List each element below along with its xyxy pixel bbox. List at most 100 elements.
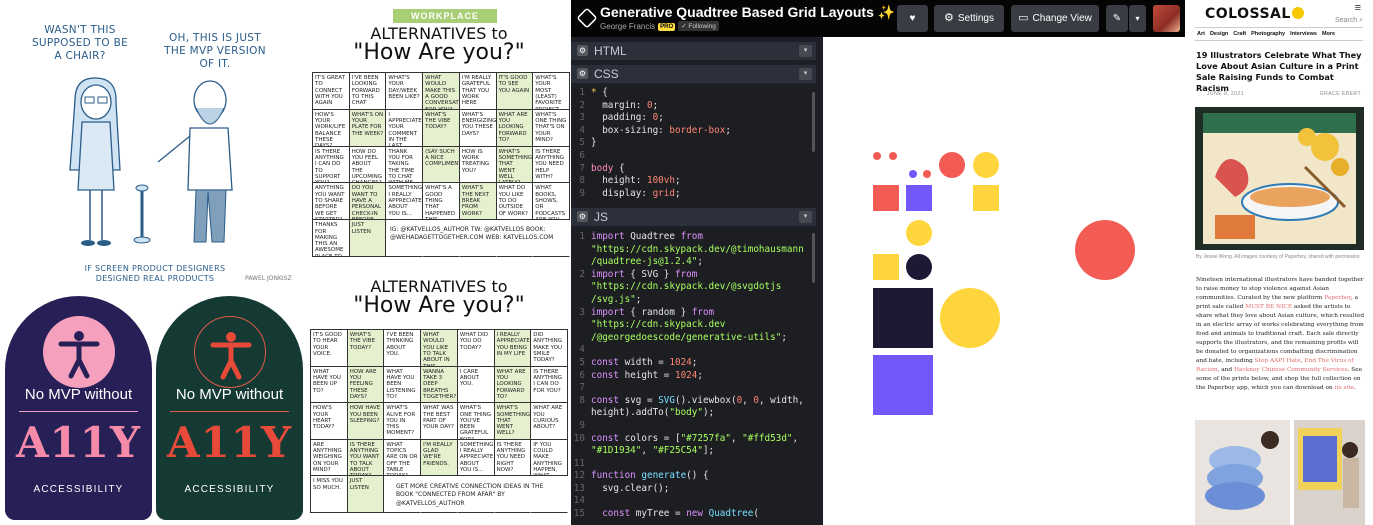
accessibility-icon: [43, 316, 115, 388]
prompt-cell: WHAT'S ONE THING THAT'S ON YOUR MIND?: [533, 109, 570, 147]
js-scrollbar[interactable]: [812, 233, 815, 283]
sticker-divider: [19, 411, 138, 412]
hero-artwork[interactable]: [1195, 107, 1364, 250]
article-author[interactable]: GRACE EBERT: [1320, 91, 1361, 97]
prompt-cell: WHAT WOULD MAKE THIS A GOOD CONVERSATION…: [423, 73, 460, 110]
search-input[interactable]: Search ⌕: [1335, 17, 1363, 25]
link-paperboy[interactable]: Paperboy: [1324, 295, 1351, 301]
pro-badge: PRO: [658, 23, 676, 31]
comic-footer: IF SCREEN PRODUCT DESIGNERS DESIGNED REA…: [84, 264, 226, 284]
body-text: , and: [1217, 366, 1234, 373]
love-button[interactable]: ♥: [897, 5, 928, 32]
prompt-cell: WHAT HAVE YOU BEEN LISTENING TO?: [384, 366, 422, 404]
colossal-article: COLOSSAL ≡ Search ⌕ Art Design Craft Pho…: [1185, 0, 1373, 525]
prompt-cell: WHAT DO YOU LIKE TO DO OUTSIDE OF WORK?: [496, 183, 534, 221]
prompt-cell: JUST LISTEN: [347, 476, 385, 513]
nav-item-more[interactable]: More: [1322, 31, 1335, 37]
pen-author[interactable]: George Francis: [600, 22, 655, 31]
prints-photos[interactable]: [1195, 420, 1365, 525]
prompt-cell: IF YOU COULD MAKE ANYTHING HAPPEN, WHAT …: [531, 439, 568, 477]
nav-item-craft[interactable]: Craft: [1233, 31, 1246, 37]
square-shape: [973, 185, 999, 211]
prompt-cell: HOW IS WORK TREATING YOU?: [459, 146, 497, 184]
css-pane-header[interactable]: ⚙ CSS ▾: [571, 65, 816, 83]
css-editor[interactable]: 1 * { 2 margin: 0; 3 padding: 0; 4 box-si…: [571, 86, 816, 204]
search-placeholder: Search: [1334, 17, 1358, 24]
square-shape: [873, 288, 933, 348]
circle-shape: [923, 170, 931, 178]
prompt-cell: HOW'S YOUR HEART TODAY?: [311, 403, 348, 440]
prompt-cell: I MISS YOU SO MUCH.: [311, 476, 348, 513]
link-hackney[interactable]: Hackney Chinese Community Services: [1234, 367, 1348, 373]
prompt-cell: ARE ANYTHING WEIGHING ON YOUR MIND?: [311, 439, 348, 477]
chevron-down-icon[interactable]: ▾: [799, 211, 812, 223]
prompt-cell: I APPRECIATED YOUR COMMENT IN THE LAST M…: [386, 109, 424, 147]
comic-signature: PAWEL JONKISZ: [245, 275, 292, 282]
gear-icon[interactable]: ⚙: [577, 211, 588, 222]
js-pane-header[interactable]: ⚙ JS ▾: [571, 208, 816, 226]
prompt-cell: DO YOU WANT TO HAVE A PERSONAL CHECK-IN …: [349, 183, 387, 221]
prompt-cell: WHAT TOPICS ARE ON OR OFF THE TABLE TODA…: [384, 439, 422, 477]
settings-button[interactable]: ⚙ Settings: [934, 5, 1004, 32]
nav-item-art[interactable]: Art: [1197, 31, 1205, 37]
prompt-cell: WHAT'S THE VIBE TODAY?: [347, 330, 385, 367]
pin-dropdown-button[interactable]: ▾: [1129, 5, 1146, 32]
prompt-cell: I'VE BEEN THINKING ABOUT YOU.: [384, 330, 422, 367]
square-shape: [873, 355, 933, 415]
square-shape: [873, 185, 899, 211]
circle-shape: [1075, 220, 1135, 280]
pin-button[interactable]: ✎: [1106, 5, 1128, 32]
prompt-cell: WHAT'S ONE THING YOU'VE BEEN GRATEFUL FO…: [457, 403, 495, 440]
gear-icon[interactable]: ⚙: [577, 68, 588, 79]
hamburger-menu-icon[interactable]: ≡: [1355, 2, 1361, 14]
prompt-cell: I'M REALLY GLAD WE'RE FRIENDS.: [421, 439, 458, 477]
link-its-site[interactable]: its site: [1335, 385, 1355, 391]
nav-item-design[interactable]: Design: [1210, 31, 1228, 37]
nav-item-interviews[interactable]: Interviews: [1290, 31, 1317, 37]
square-shape: [906, 185, 932, 211]
prompt-cell: I'M REALLY GRATEFUL THAT YOU WORK HERE: [459, 73, 497, 110]
article-headline[interactable]: 19 Illustrators Celebrate What They Love…: [1196, 50, 1364, 94]
prompt-cell: WHAT HAVE YOU BEEN UP TO?: [311, 366, 348, 404]
comic-illustration: [69, 77, 233, 246]
prompt-cell: IT'S GOOD TO HEAR YOUR VOICE.: [311, 330, 348, 367]
mvp-comic: WASN'T THIS SUPPOSED TO BE A CHAIR? OH, …: [0, 0, 305, 292]
change-view-button[interactable]: ▭ Change View: [1011, 5, 1099, 32]
js-editor[interactable]: 1 import Quadtree from "https://cdn.skypa…: [571, 229, 816, 525]
body-text: asked the artists to share what they lov…: [1196, 303, 1365, 364]
following-button[interactable]: ✓ Following: [678, 21, 719, 31]
change-view-label: Change View: [1032, 13, 1092, 24]
prompt-cell: (SAY SUCH A NICE COMPLIMENT): [423, 146, 460, 184]
avatar[interactable]: [1153, 5, 1180, 32]
chevron-down-icon[interactable]: ▾: [799, 45, 812, 57]
heart-icon: ♥: [909, 13, 916, 24]
pen-title[interactable]: Generative Quadtree Based Grid Layouts ✨: [600, 4, 895, 21]
nav-item-photography[interactable]: Photography: [1251, 31, 1285, 37]
body-text: .: [1354, 384, 1356, 391]
worksheet-title-big: "How Are you?": [353, 293, 525, 318]
pen-preview[interactable]: [823, 37, 1185, 525]
chevron-down-icon: ▾: [1135, 14, 1140, 23]
circle-shape: [939, 152, 965, 178]
nav-divider: [1195, 27, 1363, 28]
gear-icon[interactable]: ⚙: [577, 45, 588, 56]
link-must-be-nice[interactable]: MUST BE NICE: [1245, 304, 1292, 310]
codepen-logo-icon[interactable]: [576, 7, 598, 29]
html-pane-header[interactable]: ⚙ HTML ▾: [571, 42, 816, 60]
prompt-cell: WHAT WOULD YOU LIKE TO TALK ABOUT IN THI…: [421, 330, 458, 367]
prompt-cell: HOW ARE YOU FEELING THESE DAYS?: [347, 366, 385, 404]
prompt-cell: WHAT'S A GOOD THING THAT HAPPENED THIS W…: [423, 183, 460, 221]
sticker-divider: [170, 411, 289, 412]
settings-label: Settings: [957, 13, 994, 24]
prompt-cell: WHAT'S THE VIBE TODAY?: [423, 109, 460, 147]
image-caption: By Jessie Wong. All images courtesy of P…: [1196, 254, 1360, 260]
logo-dot-icon: [1291, 7, 1304, 19]
prompt-cell: WHAT ARE YOU LOOKING FORWARD TO?: [494, 366, 532, 404]
prompt-cell: WHAT'S YOUR MOST (LEAST) FAVORITE PROJEC…: [533, 73, 570, 110]
prompt-cell: ANYTHING YOU WANT TO SHARE BEFORE WE GET…: [313, 183, 350, 221]
css-scrollbar[interactable]: [812, 92, 815, 152]
prompt-cell: DID ANYTHING MAKE YOU SMILE TODAY?: [531, 330, 568, 367]
colossal-logo[interactable]: COLOSSAL: [1205, 6, 1304, 22]
chevron-down-icon[interactable]: ▾: [799, 68, 812, 80]
link-stop-aapi-hate[interactable]: Stop AAPI Hate: [1255, 358, 1301, 364]
